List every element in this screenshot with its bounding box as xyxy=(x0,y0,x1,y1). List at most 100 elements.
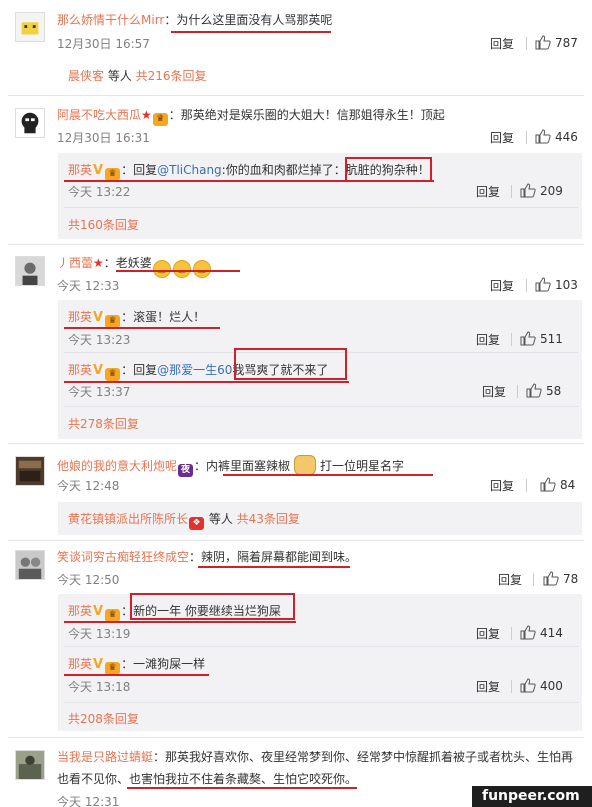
like-count: 209 xyxy=(540,183,563,198)
highlight-underline xyxy=(223,474,433,476)
username[interactable]: 阿晨不吃大西瓜 xyxy=(57,108,141,122)
highlight-underline xyxy=(116,270,240,272)
verified-v-icon: V xyxy=(93,657,104,672)
reply-button[interactable]: 回复 xyxy=(476,678,500,695)
like-count: 400 xyxy=(540,678,563,693)
more-replies[interactable]: 黄花镇镇派出所陈所长 ❖ 等人 共43条回复 xyxy=(68,510,300,530)
username[interactable]: 那英 xyxy=(68,363,92,377)
reply-count-link[interactable]: 共160条回复 xyxy=(68,218,139,232)
reply-count-link[interactable]: 共43条回复 xyxy=(237,512,300,526)
more-replies[interactable]: 共278条回复 xyxy=(68,415,139,433)
like-button[interactable]: 446 xyxy=(535,129,578,144)
reply-button[interactable]: 回复 xyxy=(498,571,522,588)
comment-text: 那英我好喜欢你、夜里经常梦到你、经常梦中惊醒抓着被子或者枕头、生怕再 xyxy=(165,750,574,764)
like-button[interactable]: 58 xyxy=(526,383,561,398)
timestamp: 今天 12:48 xyxy=(57,479,120,493)
reply-button[interactable]: 回复 xyxy=(490,477,514,494)
reply-count-link[interactable]: 共216条回复 xyxy=(136,69,207,83)
star-icon: ★ xyxy=(141,108,152,122)
mention-link[interactable]: @TliChang xyxy=(157,163,222,177)
thumbs-up-icon xyxy=(520,678,536,693)
separator xyxy=(526,131,527,144)
like-button[interactable]: 787 xyxy=(535,35,578,50)
separator xyxy=(533,573,534,586)
more-replies[interactable]: 共208条回复 xyxy=(68,710,139,728)
divider xyxy=(8,737,584,738)
reply-button[interactable]: 回复 xyxy=(490,129,514,146)
verified-v-icon: V xyxy=(93,310,104,325)
timestamp: 今天 13:22 xyxy=(68,185,131,199)
timestamp: 今天 13:19 xyxy=(68,627,131,641)
thumbs-up-icon xyxy=(526,383,542,398)
more-replies[interactable]: 共160条回复 xyxy=(68,216,139,234)
comment-line: 丿西蕾★：老妖婆 ‿ ‿ ‿ xyxy=(57,254,212,278)
username[interactable]: 那英 xyxy=(68,657,92,671)
username[interactable]: 他娘的我的意大利炮呢 xyxy=(57,459,177,473)
like-count: 84 xyxy=(560,477,576,492)
divider xyxy=(8,244,584,245)
reply-user-link[interactable]: 黄花镇镇派出所陈所长 xyxy=(68,512,188,526)
laughing-emoji-icon: ‿ xyxy=(192,260,211,278)
like-button[interactable]: 84 xyxy=(540,477,575,492)
comment-text: 内裤里面塞辣椒 xyxy=(206,459,291,473)
like-count: 414 xyxy=(540,625,563,640)
like-button[interactable]: 400 xyxy=(520,678,563,693)
reply-button[interactable]: 回复 xyxy=(482,383,506,400)
comment-text-2: 也看不见你、 xyxy=(57,772,130,786)
reply-count-link[interactable]: 共208条回复 xyxy=(68,712,139,726)
comment-text: 辣阴，隔着屏幕都能闻到味。 xyxy=(201,550,358,564)
avatar[interactable] xyxy=(15,12,45,42)
comment-line: 当我是只路过蜻蜓：那英我好喜欢你、夜里经常梦到你、经常梦中惊醒抓着被子或者枕头、… xyxy=(57,750,574,764)
like-button[interactable]: 511 xyxy=(520,331,563,346)
username[interactable]: 当我是只路过蜻蜓 xyxy=(57,750,153,764)
comment-text-3: 也害怕我拉不住着条藏獒、生怕它咬死你。 xyxy=(129,772,358,786)
reply-button[interactable]: 回复 xyxy=(476,183,500,200)
username[interactable]: 那英 xyxy=(68,310,92,324)
username[interactable]: 那么娇情干什么Mirr xyxy=(57,13,164,27)
highlight-underline xyxy=(64,180,434,182)
like-count: 787 xyxy=(555,35,578,50)
reply-line: 那英V ♛ ：滚蛋！烂人！ xyxy=(68,310,206,328)
username[interactable]: 那英 xyxy=(68,604,92,618)
timestamp: 今天 13:23 xyxy=(68,333,131,347)
like-count: 103 xyxy=(555,277,578,292)
timestamp: 12月30日 16:57 xyxy=(57,37,150,51)
like-button[interactable]: 103 xyxy=(535,277,578,292)
avatar[interactable] xyxy=(15,550,45,580)
like-count: 446 xyxy=(555,129,578,144)
more-replies[interactable]: 晨侠客 等人 共216条回复 xyxy=(68,67,207,85)
crown-badge-icon: ♛ xyxy=(152,113,168,126)
highlight-underline xyxy=(171,31,331,33)
avatar[interactable] xyxy=(15,108,45,138)
reply-button[interactable]: 回复 xyxy=(476,331,500,348)
separator xyxy=(511,627,512,640)
timestamp: 今天 12:33 xyxy=(57,279,120,293)
highlight-underline xyxy=(64,621,296,623)
comment-text: 老妖婆 xyxy=(115,256,152,270)
like-count: 511 xyxy=(540,331,563,346)
username[interactable]: 丿西蕾 xyxy=(57,256,93,270)
like-button[interactable]: 78 xyxy=(543,571,578,586)
reply-count-link[interactable]: 共278条回复 xyxy=(68,417,139,431)
separator xyxy=(526,37,527,50)
avatar[interactable] xyxy=(15,750,45,780)
mention-link[interactable]: @那爱一生60 xyxy=(157,363,232,377)
comment-line: 笑谈词穷古痴轻狂终成空：辣阴，隔着屏幕都能闻到味。 xyxy=(57,550,358,564)
reply-button[interactable]: 回复 xyxy=(490,277,514,294)
like-button[interactable]: 209 xyxy=(520,183,563,198)
comment-line-2: 也看不见你、也害怕我拉不住着条藏獒、生怕它咬死你。 xyxy=(57,770,357,788)
reply-line: 那英V ♛ ：一滩狗屎一样 xyxy=(68,657,206,675)
separator xyxy=(511,680,512,693)
separator xyxy=(517,385,518,398)
thumbs-up-icon xyxy=(535,277,551,292)
reply-user-link[interactable]: 晨侠客 xyxy=(68,69,104,83)
reply-button[interactable]: 回复 xyxy=(490,35,514,52)
username[interactable]: 笑谈词穷古痴轻狂终成空 xyxy=(57,550,189,564)
avatar[interactable] xyxy=(15,456,45,486)
verified-v-icon: V xyxy=(93,163,104,178)
separator xyxy=(526,279,527,292)
like-button[interactable]: 414 xyxy=(520,625,563,640)
avatar[interactable] xyxy=(15,256,45,286)
username[interactable]: 那英 xyxy=(68,163,92,177)
reply-button[interactable]: 回复 xyxy=(476,625,500,642)
